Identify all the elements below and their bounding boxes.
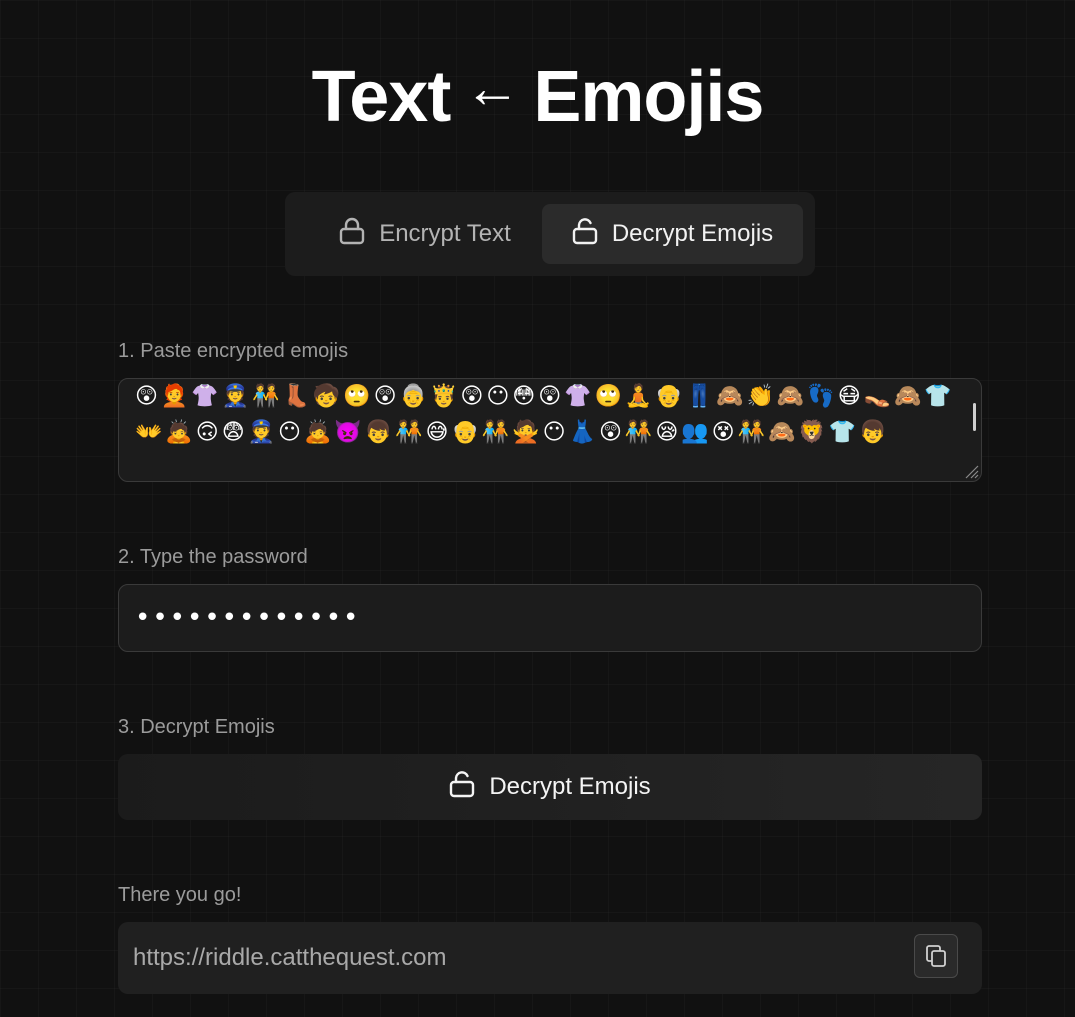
title-emojis: Emojis bbox=[533, 57, 764, 137]
password-input[interactable] bbox=[135, 585, 955, 651]
left-arrow-icon: ← bbox=[464, 56, 520, 119]
tab-decrypt-label: Decrypt Emojis bbox=[611, 220, 774, 247]
step1-label: 1. Paste encrypted emojis bbox=[118, 340, 349, 362]
emoji-input-box: 😲🧑‍🦰👚👮🧑‍🤝‍🧑👢🧒🙄😲👵🤴😲😶😳😲👚🙄🧘👴👖🙈👏🙈👣😷👡🙈👕👐🙇🙃😨👮😶… bbox=[118, 378, 982, 482]
decrypt-button[interactable]: Decrypt Emojis bbox=[118, 754, 982, 820]
tab-decrypt-emojis[interactable]: Decrypt Emojis bbox=[542, 204, 803, 264]
result-box: https://riddle.catthequest.com bbox=[118, 922, 982, 994]
password-field-box bbox=[118, 584, 982, 652]
unlock-icon bbox=[572, 217, 598, 252]
copy-button[interactable] bbox=[914, 934, 958, 978]
result-label: There you go! bbox=[118, 884, 242, 906]
emoji-input[interactable]: 😲🧑‍🦰👚👮🧑‍🤝‍🧑👢🧒🙄😲👵🤴😲😶😳😲👚🙄🧘👴👖🙈👏🙈👣😷👡🙈👕👐🙇🙃😨👮😶… bbox=[135, 379, 965, 481]
result-output[interactable]: https://riddle.catthequest.com bbox=[133, 922, 447, 994]
lock-icon bbox=[339, 217, 365, 252]
copy-icon bbox=[926, 945, 946, 967]
title-text: Text bbox=[311, 57, 452, 137]
page-title: Text ← Emojis bbox=[0, 52, 1075, 147]
step2-label: 2. Type the password bbox=[118, 546, 308, 568]
scrollbar-thumb[interactable] bbox=[973, 403, 976, 431]
mode-tabs: Encrypt Text Decrypt Emojis bbox=[285, 192, 815, 276]
decrypt-button-label: Decrypt Emojis bbox=[489, 773, 651, 800]
unlock-icon bbox=[449, 770, 475, 805]
tab-encrypt-text[interactable]: Encrypt Text bbox=[307, 204, 543, 264]
step3-label: 3. Decrypt Emojis bbox=[118, 716, 275, 738]
tab-encrypt-label: Encrypt Text bbox=[379, 220, 511, 247]
resize-grip-icon[interactable] bbox=[961, 461, 979, 479]
